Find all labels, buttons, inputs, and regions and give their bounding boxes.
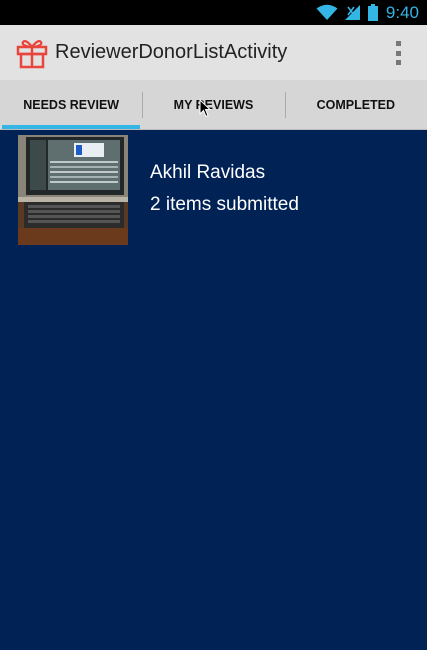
tab-label: MY REVIEWS	[173, 97, 254, 112]
wifi-icon	[316, 4, 338, 21]
signal-icon	[344, 4, 361, 21]
donor-list: Akhil Ravidas 2 items submitted	[0, 130, 427, 250]
donor-name: Akhil Ravidas	[150, 162, 266, 183]
mouse-cursor-icon	[199, 98, 212, 123]
tab-completed[interactable]: COMPLETED	[284, 80, 427, 129]
clock: 9:40	[385, 2, 419, 22]
donor-thumbnail	[18, 135, 128, 245]
status-bar: 9:40	[0, 0, 427, 25]
battery-icon	[367, 4, 378, 21]
items-submitted: 2 items submitted	[150, 194, 299, 215]
page-title: ReviewerDonorListActivity	[55, 41, 288, 63]
gift-icon[interactable]	[16, 37, 48, 69]
donor-info: Akhil Ravidas 2 items submitted	[150, 158, 299, 222]
action-bar: ReviewerDonorListActivity	[0, 25, 427, 80]
tab-my-reviews[interactable]: MY REVIEWS	[142, 80, 284, 129]
tab-label: NEEDS REVIEW	[23, 97, 120, 112]
overflow-menu-icon[interactable]	[393, 41, 403, 65]
tab-needs-review[interactable]: NEEDS REVIEW	[0, 80, 142, 129]
list-item[interactable]: Akhil Ravidas 2 items submitted	[0, 130, 427, 250]
tab-bar: NEEDS REVIEW MY REVIEWS COMPLETED	[0, 80, 427, 130]
tab-label: COMPLETED	[316, 97, 396, 112]
